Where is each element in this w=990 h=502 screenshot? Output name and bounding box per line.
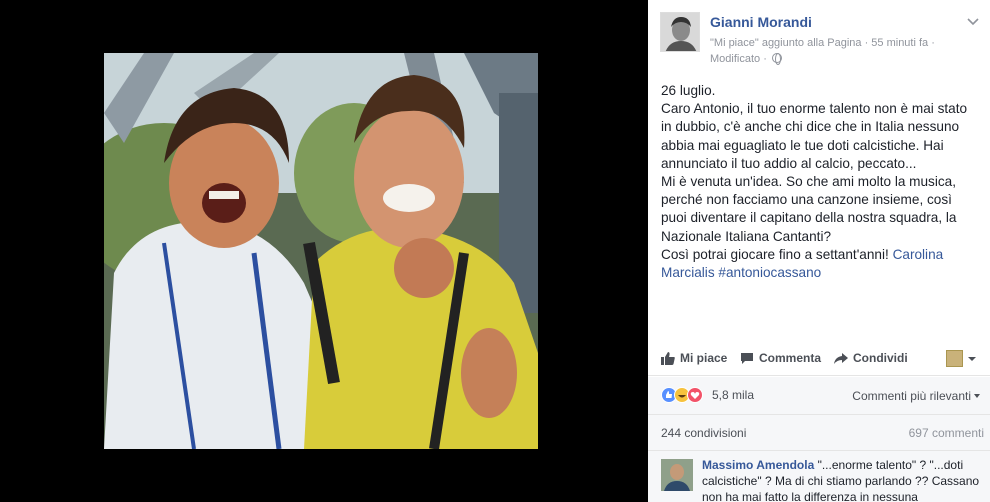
commenter-avatar-image [661, 459, 693, 491]
author-name[interactable]: Gianni Morandi [710, 14, 812, 30]
post-paragraph: Mi è venuta un'idea. So che ami molto la… [661, 174, 957, 244]
post-header: Gianni Morandi "Mi piace" aggiunto alla … [660, 10, 980, 70]
post-paragraph-text: Così potrai giocare fino a settant'anni! [661, 246, 893, 262]
comment-text: Massimo Amendola "...enorme talento" ? "… [702, 457, 986, 502]
photo-image [104, 53, 538, 449]
action-bar: Mi piace Commenta Condividi [648, 344, 990, 376]
reactions-bar: 5,8 mila Commenti più rilevanti [648, 377, 990, 415]
post-meta: "Mi piace" aggiunto alla Pagina · 55 min… [710, 35, 968, 67]
page-avatar [946, 350, 963, 367]
speech-bubble-icon [741, 352, 753, 364]
love-reaction-icon [687, 387, 703, 403]
thumbs-up-icon [661, 351, 675, 365]
post-text: 26 luglio. Caro Antonio, il tuo enorme t… [661, 82, 981, 282]
share-arrow-icon [834, 352, 848, 364]
post-as-selector[interactable] [946, 350, 977, 367]
post-panel: Gianni Morandi "Mi piace" aggiunto alla … [648, 0, 990, 502]
reaction-icons[interactable] [661, 387, 703, 403]
share-label: Condividi [853, 351, 908, 365]
avatar-image [661, 13, 699, 51]
comments-count[interactable]: 697 commenti [909, 426, 984, 440]
engagement-counts: 244 condivisioni 697 commenti [648, 415, 990, 451]
post-meta-text: "Mi piace" aggiunto alla Pagina · 55 min… [710, 37, 935, 65]
shares-count[interactable]: 244 condivisioni [661, 426, 746, 440]
photo-viewer [0, 0, 648, 502]
post-photo[interactable] [104, 53, 538, 449]
author-avatar[interactable] [660, 12, 700, 52]
globe-icon[interactable] [771, 53, 782, 65]
caret-down-icon [968, 356, 976, 361]
share-button[interactable]: Condividi [834, 351, 908, 365]
comment-button[interactable]: Commenta [740, 351, 821, 365]
caret-down-icon [974, 394, 980, 398]
comment-sort-dropdown[interactable]: Commenti più rilevanti [852, 389, 980, 403]
post-paragraph: Caro Antonio, il tuo enorme talento non … [661, 101, 968, 171]
post-paragraph: 26 luglio. [661, 83, 716, 98]
commenter-name[interactable]: Massimo Amendola [702, 458, 814, 472]
like-button[interactable]: Mi piace [661, 351, 727, 365]
reaction-count[interactable]: 5,8 mila [712, 388, 754, 402]
like-label: Mi piace [680, 351, 728, 365]
comment-label: Commenta [759, 351, 822, 365]
commenter-avatar[interactable] [661, 459, 693, 491]
comment-item: Massimo Amendola "...enorme talento" ? "… [648, 451, 990, 502]
comment-sort-label: Commenti più rilevanti [852, 389, 971, 403]
post-paragraph: Così potrai giocare fino a settant'anni!… [661, 246, 981, 282]
chevron-down-icon[interactable] [966, 14, 980, 28]
